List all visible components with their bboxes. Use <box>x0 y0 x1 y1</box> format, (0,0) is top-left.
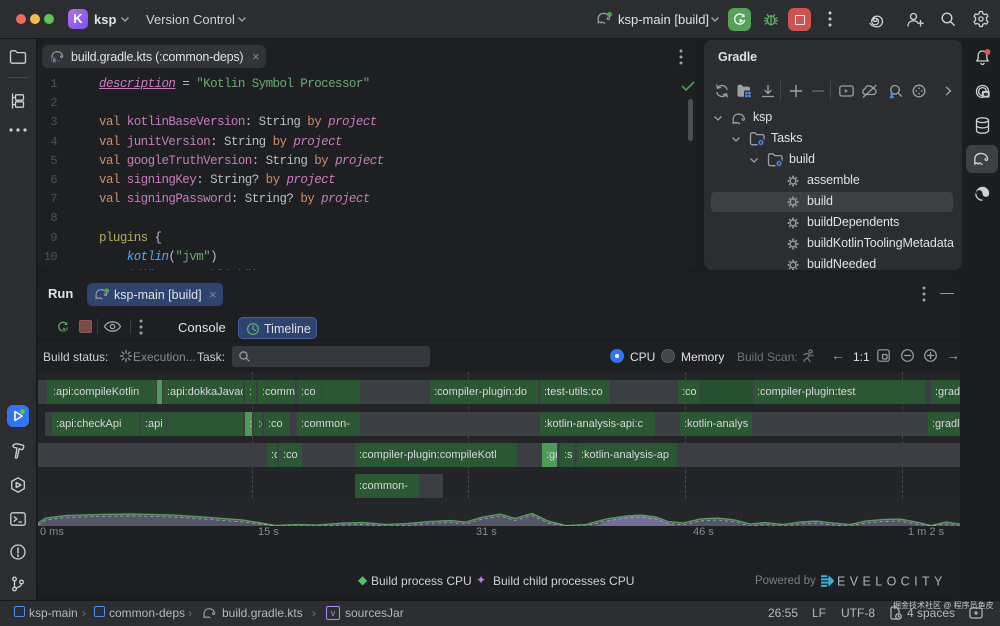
svg-text:EVELOCITY: EVELOCITY <box>837 575 947 589</box>
